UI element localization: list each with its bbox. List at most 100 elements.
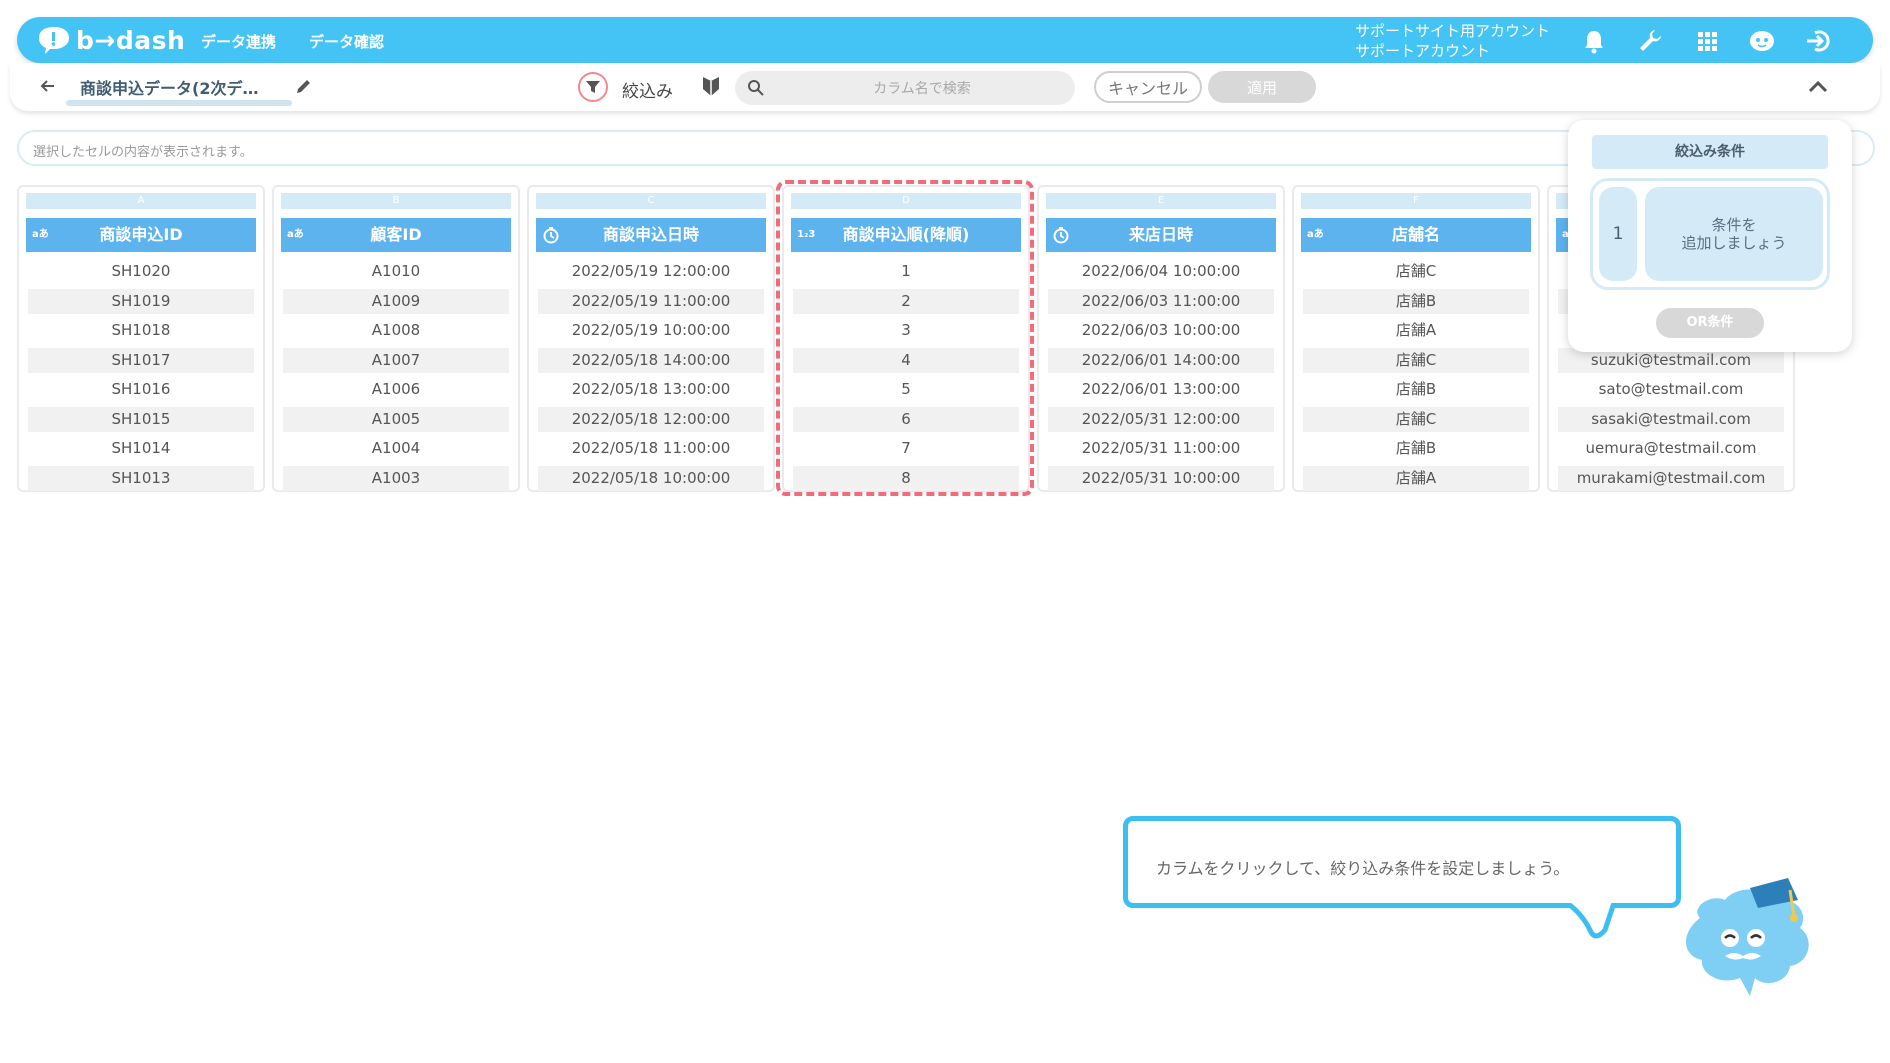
table-cell[interactable]: 2022/05/19 10:00:00: [536, 318, 766, 348]
table-cell[interactable]: A1009: [281, 288, 511, 319]
column-letter: A: [26, 193, 256, 209]
cell-value: sato@testmail.com: [1598, 380, 1744, 398]
table-cell[interactable]: 2022/05/18 12:00:00: [536, 406, 766, 437]
search-icon: [748, 80, 764, 96]
back-arrow-icon[interactable]: [37, 75, 59, 97]
table-cell[interactable]: A1006: [281, 377, 511, 407]
condition-group: 1 条件を 追加しましょう: [1590, 178, 1830, 290]
cell-content-placeholder: 選択したセルの内容が表示されます。: [33, 145, 253, 160]
table-cell[interactable]: 2022/05/18 11:00:00: [536, 436, 766, 466]
nav-data-check[interactable]: データ確認: [309, 31, 384, 52]
table-cell[interactable]: 2022/05/19 11:00:00: [536, 288, 766, 319]
speech-bubble-logo-icon: [39, 27, 69, 54]
nav-data-integration[interactable]: データ連携: [201, 31, 276, 52]
cell-value: 2022/06/01 13:00:00: [1081, 380, 1241, 398]
table-cell[interactable]: SH1018: [26, 318, 256, 348]
apps-grid-icon[interactable]: [1692, 26, 1722, 56]
cell-value: A1008: [371, 321, 421, 339]
table-cell[interactable]: 店舗B: [1301, 288, 1531, 319]
table-cell[interactable]: 店舗C: [1301, 259, 1531, 289]
table-cell[interactable]: murakami@testmail.com: [1556, 465, 1786, 496]
filter-panel-title: 絞込み条件: [1592, 135, 1828, 169]
table-cell[interactable]: SH1019: [26, 288, 256, 319]
column-search-input[interactable]: [775, 71, 1069, 107]
pencil-icon[interactable]: [294, 76, 314, 96]
column-header[interactable]: 来店日時: [1046, 218, 1276, 252]
table-cell[interactable]: 2022/06/03 10:00:00: [1046, 318, 1276, 348]
table-cell[interactable]: 店舗C: [1301, 406, 1531, 437]
table-cell[interactable]: 2022/05/18 14:00:00: [536, 347, 766, 378]
dataset-title[interactable]: 商談申込データ(2次デ…: [80, 75, 258, 99]
table-cell[interactable]: SH1013: [26, 465, 256, 496]
cell-value: A1007: [283, 347, 509, 373]
column-header[interactable]: aあ 店舗名: [1301, 218, 1531, 252]
cell-value: 店舗C: [1395, 262, 1437, 280]
data-column-f[interactable]: Faあ 店舗名 店舗C 店舗B 店舗A 店舗C 店舗B 店舗C 店舗B 店舗A: [1292, 185, 1540, 492]
cell-value: 店舗B: [1395, 380, 1437, 398]
table-cell[interactable]: 2022/05/31 10:00:00: [1046, 465, 1276, 496]
column-cells: 2022/05/19 12:00:00 2022/05/19 11:00:00 20…: [536, 259, 766, 495]
table-cell[interactable]: 2022/06/03 11:00:00: [1046, 288, 1276, 319]
logo-text: b→dash: [76, 25, 186, 55]
table-cell[interactable]: A1010: [281, 259, 511, 289]
cell-value: A1009: [283, 288, 509, 314]
column-header[interactable]: 商談申込日時: [536, 218, 766, 252]
filter-button[interactable]: [578, 72, 608, 102]
table-cell[interactable]: SH1015: [26, 406, 256, 437]
table-cell[interactable]: sasaki@testmail.com: [1556, 406, 1786, 437]
column-cells: 2022/06/04 10:00:00 2022/06/03 11:00:00 20…: [1046, 259, 1276, 495]
table-cell[interactable]: 店舗A: [1301, 465, 1531, 496]
table-cell[interactable]: 店舗B: [1301, 436, 1531, 466]
table-cell[interactable]: SH1016: [26, 377, 256, 407]
table-cell[interactable]: 2022/05/18 10:00:00: [536, 465, 766, 496]
add-condition-dropzone[interactable]: 条件を 追加しましょう: [1645, 187, 1823, 281]
cell-value: A1006: [371, 380, 421, 398]
cell-value: 2022/05/19 12:00:00: [571, 262, 731, 280]
table-cell[interactable]: uemura@testmail.com: [1556, 436, 1786, 466]
or-condition-button[interactable]: OR条件: [1656, 308, 1764, 338]
table-cell[interactable]: 店舗C: [1301, 347, 1531, 378]
table-cell[interactable]: 2022/05/18 13:00:00: [536, 377, 766, 407]
column-letter: E: [1046, 193, 1276, 209]
table-cell[interactable]: 2022/06/01 14:00:00: [1046, 347, 1276, 378]
guide-tooltip: カラムをクリックして、絞り込み条件を設定しましょう。: [1123, 816, 1681, 908]
table-cell[interactable]: SH1014: [26, 436, 256, 466]
mascot-help-icon[interactable]: [1747, 26, 1777, 56]
table-cell[interactable]: A1007: [281, 347, 511, 378]
table-cell[interactable]: A1008: [281, 318, 511, 348]
table-cell[interactable]: A1003: [281, 465, 511, 496]
data-column-c[interactable]: C 商談申込日時 2022/05/19 12:00:00 2022/05/19 11:…: [527, 185, 775, 492]
chevron-up-icon[interactable]: [1805, 74, 1831, 100]
table-cell[interactable]: 店舗B: [1301, 377, 1531, 407]
apply-button[interactable]: 適用: [1208, 71, 1316, 103]
column-cells: A1010 A1009 A1008 A1007 A1006 A1005 A1004 A1003: [281, 259, 511, 495]
table-cell[interactable]: 2022/06/04 10:00:00: [1046, 259, 1276, 289]
data-column-b[interactable]: Baあ 顧客ID A1010 A1009 A1008 A1007 A1006 A1005 A10…: [272, 185, 520, 492]
table-cell[interactable]: 店舗A: [1301, 318, 1531, 348]
table-cell[interactable]: 2022/06/01 13:00:00: [1046, 377, 1276, 407]
bell-icon[interactable]: [1579, 26, 1609, 56]
account-info[interactable]: サポートサイト用アカウント サポートアカウント: [1355, 21, 1550, 61]
table-cell[interactable]: SH1017: [26, 347, 256, 378]
cell-value: 2022/05/18 12:00:00: [538, 406, 764, 432]
column-letter: B: [281, 193, 511, 209]
logout-icon[interactable]: [1803, 26, 1833, 56]
data-column-e[interactable]: E 来店日時 2022/06/04 10:00:00 2022/06/03 11:00…: [1037, 185, 1285, 492]
table-cell[interactable]: 2022/05/19 12:00:00: [536, 259, 766, 289]
top-navigation-bar: b→dash データ連携 データ確認 サポートサイト用アカウント サポートアカウ…: [17, 17, 1873, 63]
table-cell[interactable]: sato@testmail.com: [1556, 377, 1786, 407]
cancel-button[interactable]: キャンセル: [1094, 71, 1202, 103]
column-cells: 店舗C 店舗B 店舗A 店舗C 店舗B 店舗C 店舗B 店舗A: [1301, 259, 1531, 495]
table-cell[interactable]: SH1020: [26, 259, 256, 289]
table-cell[interactable]: A1004: [281, 436, 511, 466]
bdash-logo[interactable]: b→dash: [35, 23, 185, 57]
beginner-mark-icon[interactable]: [700, 74, 722, 98]
table-cell[interactable]: A1005: [281, 406, 511, 437]
column-header[interactable]: aあ 顧客ID: [281, 218, 511, 252]
wrench-icon[interactable]: [1635, 26, 1665, 56]
table-cell[interactable]: 2022/05/31 12:00:00: [1046, 406, 1276, 437]
cell-value: SH1016: [111, 380, 171, 398]
data-column-a[interactable]: Aaあ 商談申込ID SH1020 SH1019 SH1018 SH1017 SH1016 S…: [17, 185, 265, 492]
column-header[interactable]: aあ 商談申込ID: [26, 218, 256, 252]
table-cell[interactable]: 2022/05/31 11:00:00: [1046, 436, 1276, 466]
